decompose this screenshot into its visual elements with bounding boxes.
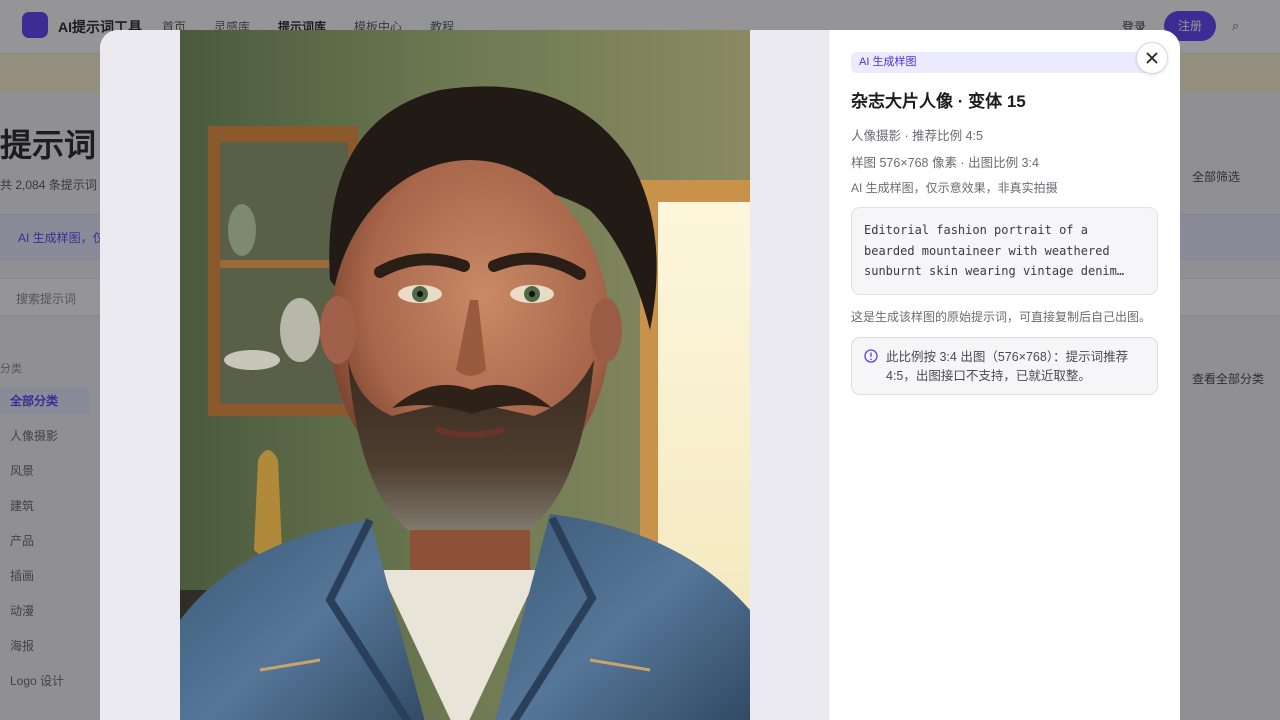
ratio-warning-text: 此比例按 3:4 出图（576×768）：提示词推荐 4:5，出图接口不支持，已… bbox=[886, 350, 1129, 383]
ai-sample-badge: AI 生成样图 bbox=[851, 52, 1158, 73]
sample-image bbox=[180, 30, 750, 720]
info-circle-icon bbox=[864, 349, 878, 363]
prompt-title: 杂志大片人像 · 变体 15 bbox=[851, 92, 1026, 111]
ratio-warning-box: 此比例按 3:4 出图（576×768）：提示词推荐 4:5，出图接口不支持，已… bbox=[851, 337, 1158, 395]
image-detail-modal: AI 生成样图 杂志大片人像 · 变体 15 人像摄影 · 推荐比例 4:5 样… bbox=[100, 30, 1180, 720]
prompt-note: 这是生成该样图的原始提示词，可直接复制后自己出图。 bbox=[851, 310, 1152, 324]
image-preview-pane bbox=[100, 30, 829, 720]
info-panel: AI 生成样图 杂志大片人像 · 变体 15 人像摄影 · 推荐比例 4:5 样… bbox=[851, 30, 1158, 720]
close-button[interactable] bbox=[1136, 42, 1168, 74]
close-icon bbox=[1146, 52, 1158, 64]
category-ratio-meta: 人像摄影 · 推荐比例 4:5 bbox=[851, 129, 983, 143]
prompt-box[interactable]: Editorial fashion portrait of a bearded … bbox=[851, 207, 1158, 295]
prompt-text[interactable]: Editorial fashion portrait of a bearded … bbox=[864, 220, 1145, 282]
image-size-meta: 样图 576×768 像素 · 出图比例 3:4 bbox=[851, 156, 1039, 170]
disclaimer-text: AI 生成样图，仅示意效果，非真实拍摄 bbox=[851, 181, 1058, 195]
